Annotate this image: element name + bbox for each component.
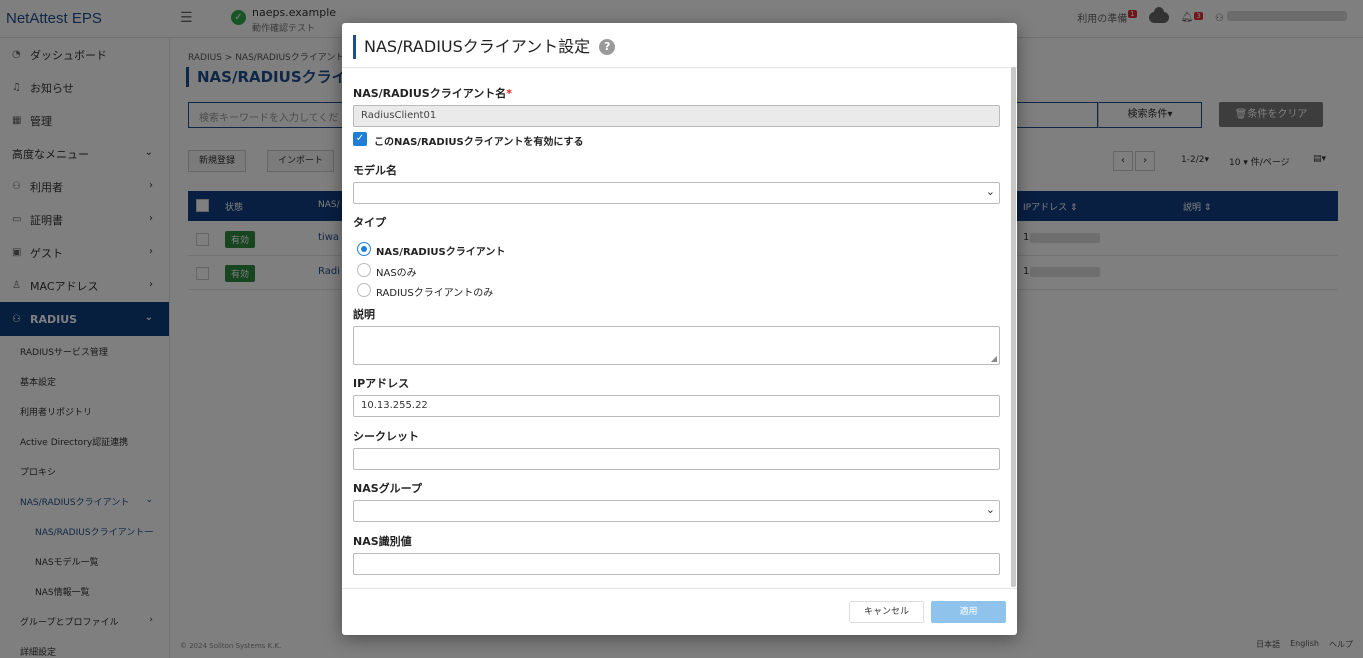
nas-group-label: NASグループ	[353, 482, 422, 495]
secret-field[interactable]	[353, 448, 1000, 470]
dialog-title: NAS/RADIUSクライアント設定 ?	[353, 35, 616, 59]
type-radio-nas-radius[interactable]	[357, 242, 371, 256]
chevron-down-icon: ⌄	[985, 503, 995, 516]
client-name-label-text: NAS/RADIUSクライアント名	[353, 87, 507, 100]
description-textarea[interactable]: ◢	[353, 326, 1000, 365]
type-radio-radius-only-label[interactable]: RADIUSクライアントのみ	[376, 284, 493, 299]
dialog-title-text: NAS/RADIUSクライアント設定	[364, 37, 591, 56]
model-select[interactable]: ⌄	[353, 182, 1000, 204]
model-label: モデル名	[353, 164, 397, 177]
type-radio-nas-only[interactable]	[357, 263, 371, 277]
ip-label: IPアドレス	[353, 377, 410, 390]
description-label: 説明	[353, 308, 375, 321]
apply-button[interactable]: 適用	[931, 601, 1006, 623]
scrollbar-thumb[interactable]	[1011, 67, 1016, 587]
chevron-down-icon: ⌄	[985, 185, 995, 198]
enable-checkbox[interactable]: ✓	[353, 132, 367, 146]
dialog-footer: キャンセル 適用	[342, 588, 1017, 635]
help-icon[interactable]: ?	[599, 39, 616, 55]
nas-group-select[interactable]: ⌄	[353, 500, 1000, 522]
nas-id-label: NAS識別値	[353, 535, 412, 548]
required-marker: *	[506, 87, 513, 100]
nas-id-field[interactable]	[353, 553, 1000, 575]
dialog-scrollbar[interactable]	[1011, 67, 1016, 587]
type-radio-radius-only[interactable]	[357, 283, 371, 297]
resize-handle-icon[interactable]: ◢	[991, 354, 997, 363]
dialog-body: NAS/RADIUSクライアント名* RadiusClient01 ✓ このNA…	[342, 68, 1017, 588]
cancel-button[interactable]: キャンセル	[849, 601, 924, 623]
type-radio-nas-radius-label[interactable]: NAS/RADIUSクライアント	[376, 243, 505, 258]
client-name-field: RadiusClient01	[353, 105, 1000, 127]
nas-radius-client-dialog: NAS/RADIUSクライアント設定 ? NAS/RADIUSクライアント名* …	[342, 23, 1017, 635]
type-label: タイプ	[353, 216, 386, 229]
secret-label: シークレット	[353, 430, 419, 443]
ip-address-field[interactable]: 10.13.255.22	[353, 395, 1000, 417]
client-name-label: NAS/RADIUSクライアント名*	[353, 85, 512, 101]
type-radio-nas-only-label[interactable]: NASのみ	[376, 264, 417, 279]
enable-checkbox-label[interactable]: このNAS/RADIUSクライアントを有効にする	[374, 133, 583, 148]
